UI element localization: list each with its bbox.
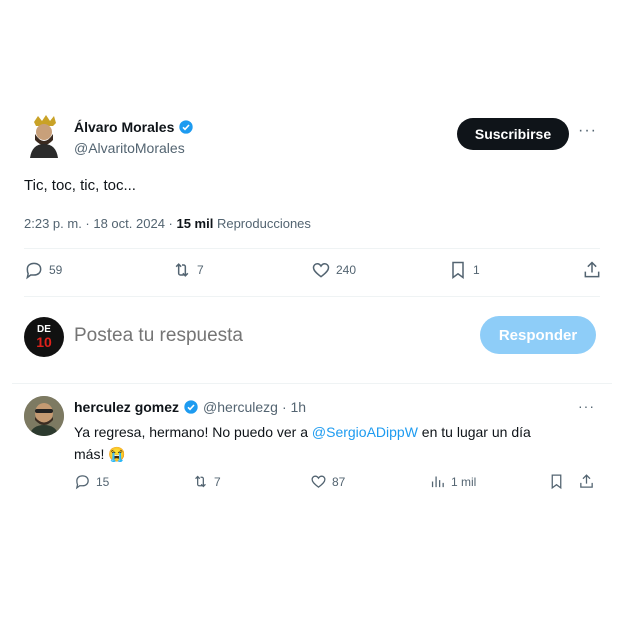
bookmark-icon bbox=[452, 261, 464, 279]
reply-action[interactable]: 15 bbox=[74, 473, 109, 490]
like-action[interactable]: 87 bbox=[310, 473, 345, 490]
share-action[interactable] bbox=[578, 473, 595, 490]
user-avatar[interactable]: DE 10 bbox=[24, 317, 64, 357]
views-label: Reproducciones bbox=[213, 216, 311, 231]
reply-input[interactable] bbox=[74, 322, 454, 350]
tweet-meta: 2:23 p. m. · 18 oct. 2024 · 15 mil Repro… bbox=[24, 216, 311, 231]
divider bbox=[24, 248, 600, 249]
avatar-logo-number: 10 bbox=[36, 334, 52, 350]
retweet-action[interactable]: 7 bbox=[172, 260, 204, 280]
more-icon[interactable]: ··· bbox=[578, 122, 597, 140]
author-name-row: Álvaro Morales bbox=[74, 119, 194, 135]
author-handle[interactable]: @AlvaritoMorales bbox=[74, 140, 185, 156]
reply-text: Ya regresa, hermano! No puedo ver a @Ser… bbox=[74, 421, 544, 465]
like-icon bbox=[312, 262, 330, 278]
retweet-icon bbox=[175, 263, 189, 277]
reply-icon bbox=[75, 475, 89, 490]
author-avatar[interactable] bbox=[26, 114, 62, 158]
respond-button[interactable]: Responder bbox=[480, 316, 596, 354]
reply-author-handle[interactable]: @herculezg bbox=[203, 399, 278, 415]
retweet-icon bbox=[195, 475, 206, 488]
verified-badge-icon bbox=[179, 120, 194, 134]
like-icon bbox=[311, 475, 326, 488]
retweet-action[interactable]: 7 bbox=[192, 473, 221, 490]
retweet-count: 7 bbox=[197, 263, 204, 277]
tweet-text: Tic, toc, tic, toc... bbox=[24, 177, 136, 194]
reply-actions: 15 7 87 1 mil bbox=[74, 473, 600, 493]
views-icon bbox=[431, 476, 444, 488]
reply-author-row: herculez gomez @herculezg · 1h bbox=[74, 399, 306, 415]
retweet-count: 7 bbox=[214, 474, 221, 489]
reply-author-avatar[interactable] bbox=[24, 396, 64, 436]
share-icon bbox=[584, 261, 600, 278]
reply-icon bbox=[26, 262, 42, 280]
reply-count: 15 bbox=[96, 474, 110, 489]
tweet-card: Álvaro Morales @AlvaritoMorales Suscribi… bbox=[12, 100, 612, 510]
like-count: 240 bbox=[336, 263, 357, 277]
views-action[interactable]: 1 mil bbox=[429, 473, 476, 490]
author-name[interactable]: Álvaro Morales bbox=[74, 119, 174, 135]
share-icon bbox=[580, 474, 593, 488]
reply-action[interactable]: 59 bbox=[24, 260, 62, 280]
like-count: 87 bbox=[332, 474, 346, 489]
bookmark-icon bbox=[551, 474, 562, 490]
like-action[interactable]: 240 bbox=[311, 260, 356, 280]
verified-badge-icon bbox=[184, 400, 198, 414]
views-count: 1 mil bbox=[451, 474, 477, 489]
mention-link[interactable]: @SergioADippW bbox=[312, 424, 418, 440]
reply-author-name[interactable]: herculez gomez bbox=[74, 399, 179, 415]
reply-time[interactable]: · 1h bbox=[282, 399, 306, 415]
reply-text-start: Ya regresa, hermano! No puedo ver a bbox=[74, 424, 312, 440]
reply-count: 59 bbox=[49, 263, 63, 277]
more-icon[interactable]: ··· bbox=[578, 398, 595, 414]
divider bbox=[12, 383, 612, 384]
subscribe-button[interactable]: Suscribirse bbox=[457, 118, 569, 150]
share-action[interactable] bbox=[582, 260, 602, 280]
views-count: 15 mil bbox=[176, 216, 214, 231]
divider bbox=[24, 296, 600, 297]
tweet-actions: 59 7 240 1 bbox=[24, 260, 600, 284]
bookmark-action[interactable] bbox=[548, 473, 565, 490]
bookmark-action[interactable]: 1 bbox=[448, 260, 480, 280]
bookmark-count: 1 bbox=[473, 263, 480, 277]
tweet-timestamp[interactable]: 2:23 p. m. · 18 oct. 2024 · bbox=[24, 216, 176, 231]
